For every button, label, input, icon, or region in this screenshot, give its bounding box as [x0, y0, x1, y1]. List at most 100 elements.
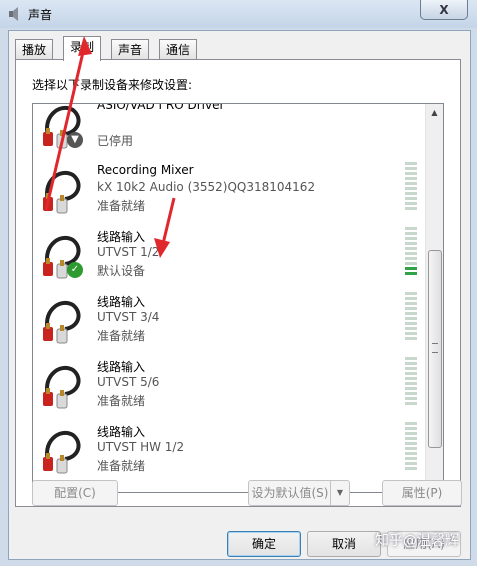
meter-segment: [405, 272, 417, 275]
device-item[interactable]: 线路输入 UTVST HW 1/2 准备就绪: [33, 419, 427, 484]
meter-segment: [405, 302, 417, 305]
device-name: 线路输入: [97, 295, 146, 309]
meter-segment: [405, 257, 417, 260]
speaker-icon: [9, 7, 18, 21]
meter-segment: [405, 267, 417, 270]
cancel-button[interactable]: 取消: [307, 531, 381, 557]
meter-segment: [405, 372, 417, 375]
line-in-cable-icon: [39, 163, 85, 215]
meter-segment: [405, 367, 417, 370]
meter-segment: [405, 362, 417, 365]
tab-panel: 选择以下录制设备来修改设置: ▼ ASIO/VAD I RO Driver 已停用 R…: [15, 59, 462, 507]
title-bar[interactable]: 声音 X: [0, 0, 477, 28]
meter-segment: [405, 202, 417, 205]
device-detail: kX 10k2 Audio (3552)QQ318104162: [97, 180, 316, 194]
meter-segment: [405, 207, 417, 210]
scrollbar[interactable]: ▲ ▼: [425, 104, 443, 492]
scroll-up-icon[interactable]: ▲: [426, 104, 443, 121]
device-status: 默认设备: [97, 264, 146, 278]
device-name: 线路输入: [97, 360, 146, 374]
level-meter: [405, 162, 417, 212]
meter-segment: [405, 192, 417, 195]
device-detail: UTVST 1/2: [97, 245, 160, 259]
meter-segment: [405, 312, 417, 315]
meter-segment: [405, 392, 417, 395]
meter-segment: [405, 252, 417, 255]
default-check-icon: ✓: [67, 262, 83, 278]
tab-communications[interactable]: 通信: [159, 39, 198, 59]
meter-segment: [405, 327, 417, 330]
properties-button[interactable]: 属性(P): [382, 480, 462, 506]
device-item[interactable]: ✓ 线路输入 UTVST 1/2 默认设备: [33, 224, 427, 289]
meter-segment: [405, 172, 417, 175]
device-item[interactable]: ▼ ASIO/VAD I RO Driver 已停用: [33, 103, 427, 159]
disabled-down-icon: ▼: [67, 132, 83, 148]
meter-segment: [405, 397, 417, 400]
meter-segment: [405, 337, 417, 340]
meter-segment: [405, 182, 417, 185]
line-in-cable-icon: [39, 423, 85, 475]
device-detail: UTVST 5/6: [97, 375, 160, 389]
device-detail: UTVST 3/4: [97, 310, 160, 324]
meter-segment: [405, 232, 417, 235]
meter-segment: [405, 437, 417, 440]
scroll-thumb[interactable]: [428, 250, 442, 448]
meter-segment: [405, 432, 417, 435]
device-status: 准备就绪: [97, 394, 146, 408]
device-detail: UTVST HW 1/2: [97, 440, 185, 454]
meter-segment: [405, 452, 417, 455]
meter-segment: [405, 402, 417, 405]
device-name: Recording Mixer: [97, 163, 194, 177]
level-meter: [405, 357, 417, 407]
close-icon: X: [439, 2, 449, 17]
meter-segment: [405, 322, 417, 325]
meter-segment: [405, 457, 417, 460]
device-name: ASIO/VAD I RO Driver: [97, 103, 225, 112]
meter-segment: [405, 422, 417, 425]
meter-segment: [405, 297, 417, 300]
meter-segment: [405, 382, 417, 385]
instruction-text: 选择以下录制设备来修改设置:: [32, 78, 193, 92]
device-status: 准备就绪: [97, 459, 146, 473]
meter-segment: [405, 247, 417, 250]
meter-segment: [405, 197, 417, 200]
device-status: 准备就绪: [97, 199, 146, 213]
meter-segment: [405, 387, 417, 390]
meter-segment: [405, 187, 417, 190]
meter-segment: [405, 447, 417, 450]
meter-segment: [405, 307, 417, 310]
meter-segment: [405, 357, 417, 360]
device-list[interactable]: ▼ ASIO/VAD I RO Driver 已停用 Recording Mixer k…: [32, 103, 444, 493]
meter-segment: [405, 317, 417, 320]
meter-segment: [405, 227, 417, 230]
meter-segment: [405, 162, 417, 165]
meter-segment: [405, 292, 417, 295]
device-item[interactable]: Recording Mixer kX 10k2 Audio (3552)QQ318…: [33, 159, 427, 224]
dialog-client: 播放 录制 声音 通信 选择以下录制设备来修改设置: ▼ ASIO/VAD I R…: [8, 30, 471, 560]
line-in-cable-icon: [39, 293, 85, 345]
set-default-label: 设为默认值(S): [251, 486, 329, 500]
meter-segment: [405, 427, 417, 430]
set-default-button[interactable]: 设为默认值(S) ▼: [248, 480, 350, 506]
line-in-cable-icon: [39, 358, 85, 410]
tab-playback[interactable]: 播放: [15, 39, 54, 59]
tab-recording[interactable]: 录制: [63, 36, 102, 61]
device-name: 线路输入: [97, 425, 146, 439]
tab-sounds[interactable]: 声音: [111, 39, 150, 59]
meter-segment: [405, 442, 417, 445]
watermark: 知乎@温馨辉: [375, 533, 459, 549]
device-name: 线路输入: [97, 230, 146, 244]
chevron-down-icon[interactable]: ▼: [330, 481, 349, 505]
meter-segment: [405, 167, 417, 170]
meter-segment: [405, 332, 417, 335]
level-meter: [405, 422, 417, 472]
close-button[interactable]: X: [420, 0, 468, 20]
device-item[interactable]: 线路输入 UTVST 3/4 准备就绪: [33, 289, 427, 354]
device-status: 已停用: [97, 134, 134, 148]
device-item[interactable]: 线路输入 UTVST 5/6 准备就绪: [33, 354, 427, 419]
ok-button[interactable]: 确定: [227, 531, 301, 557]
level-meter: [405, 227, 417, 277]
meter-segment: [405, 242, 417, 245]
configure-button[interactable]: 配置(C): [32, 480, 118, 506]
meter-segment: [405, 467, 417, 470]
